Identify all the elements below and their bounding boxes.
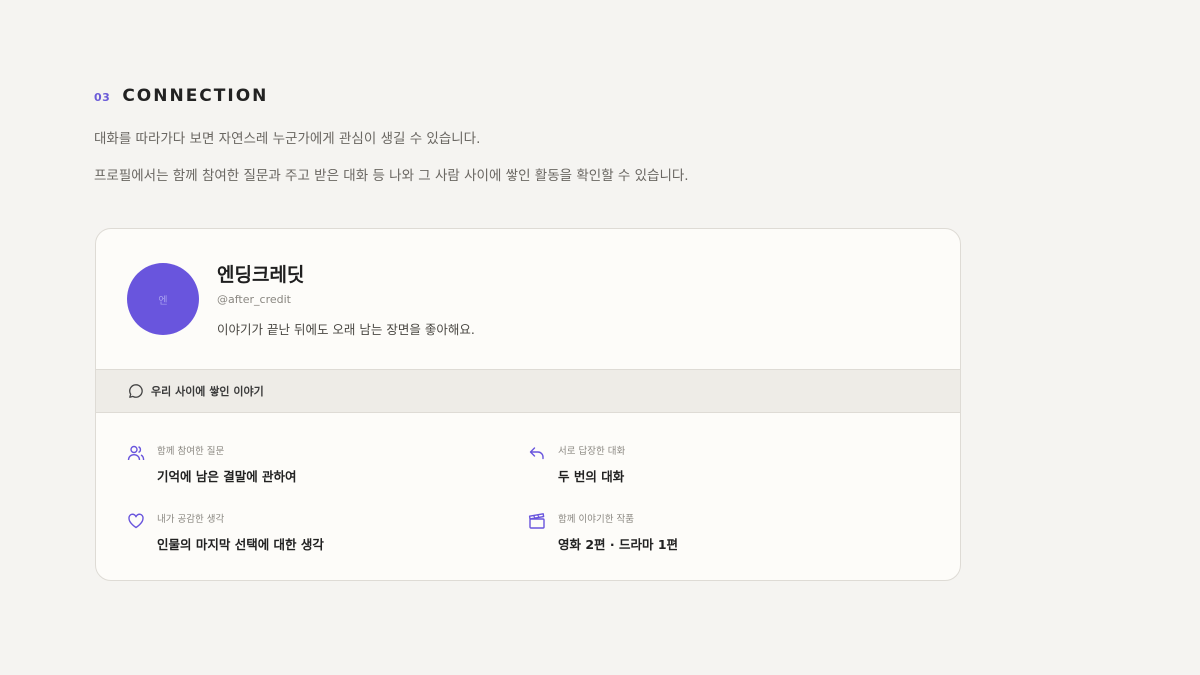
shared-questions-item[interactable]: 함께 참여한 질문 기억에 남은 결말에 관하여: [127, 443, 297, 485]
section-description-2: 프로필에서는 함께 참여한 질문과 주고 받은 대화 등 나와 그 사람 사이에…: [94, 168, 689, 184]
profile-name: 엔딩크레딧: [217, 264, 305, 286]
heart-icon: [128, 513, 144, 529]
item-label: 함께 참여한 질문: [157, 446, 225, 457]
item-value: 인물의 마지막 선택에 대한 생각: [157, 537, 324, 552]
profile-bio: 이야기가 끝난 뒤에도 오래 남는 장면을 좋아해요.: [217, 322, 475, 337]
profile-handle: @after_credit: [217, 293, 291, 306]
item-label: 함께 이야기한 작품: [558, 514, 634, 525]
avatar[interactable]: 엔: [127, 263, 199, 335]
section-title: CONNECTION: [122, 86, 269, 106]
empathized-thoughts-item[interactable]: 내가 공감한 생각 인물의 마지막 선택에 대한 생각: [127, 511, 324, 553]
reply-arrow-icon: [529, 447, 544, 460]
shared-works-item[interactable]: 함께 이야기한 작품 영화 2편 · 드라마 1편: [528, 511, 678, 553]
shared-stories-label: 우리 사이에 쌓인 이야기: [151, 385, 264, 398]
item-value: 기억에 남은 결말에 관하여: [157, 469, 297, 484]
shared-stories-band: 우리 사이에 쌓인 이야기: [96, 369, 960, 413]
item-value: 영화 2편 · 드라마 1편: [558, 537, 679, 552]
section-description-1: 대화를 따라가다 보면 자연스레 누군가에게 관심이 생길 수 있습니다.: [94, 131, 481, 147]
section-number: 03: [94, 91, 111, 104]
profile-card: 엔 엔딩크레딧 @after_credit 이야기가 끝난 뒤에도 오래 남는 …: [95, 228, 961, 581]
section-header: 03 CONNECTION: [94, 86, 268, 106]
item-label: 내가 공감한 생각: [157, 514, 225, 525]
clapperboard-icon: [528, 513, 545, 529]
avatar-initial: 엔: [158, 295, 168, 307]
item-value: 두 번의 대화: [558, 469, 625, 484]
replied-conversations-item[interactable]: 서로 답장한 대화 두 번의 대화: [528, 443, 625, 485]
speech-bubble-icon: [129, 384, 143, 398]
people-icon: [127, 445, 145, 461]
item-label: 서로 답장한 대화: [558, 446, 626, 457]
